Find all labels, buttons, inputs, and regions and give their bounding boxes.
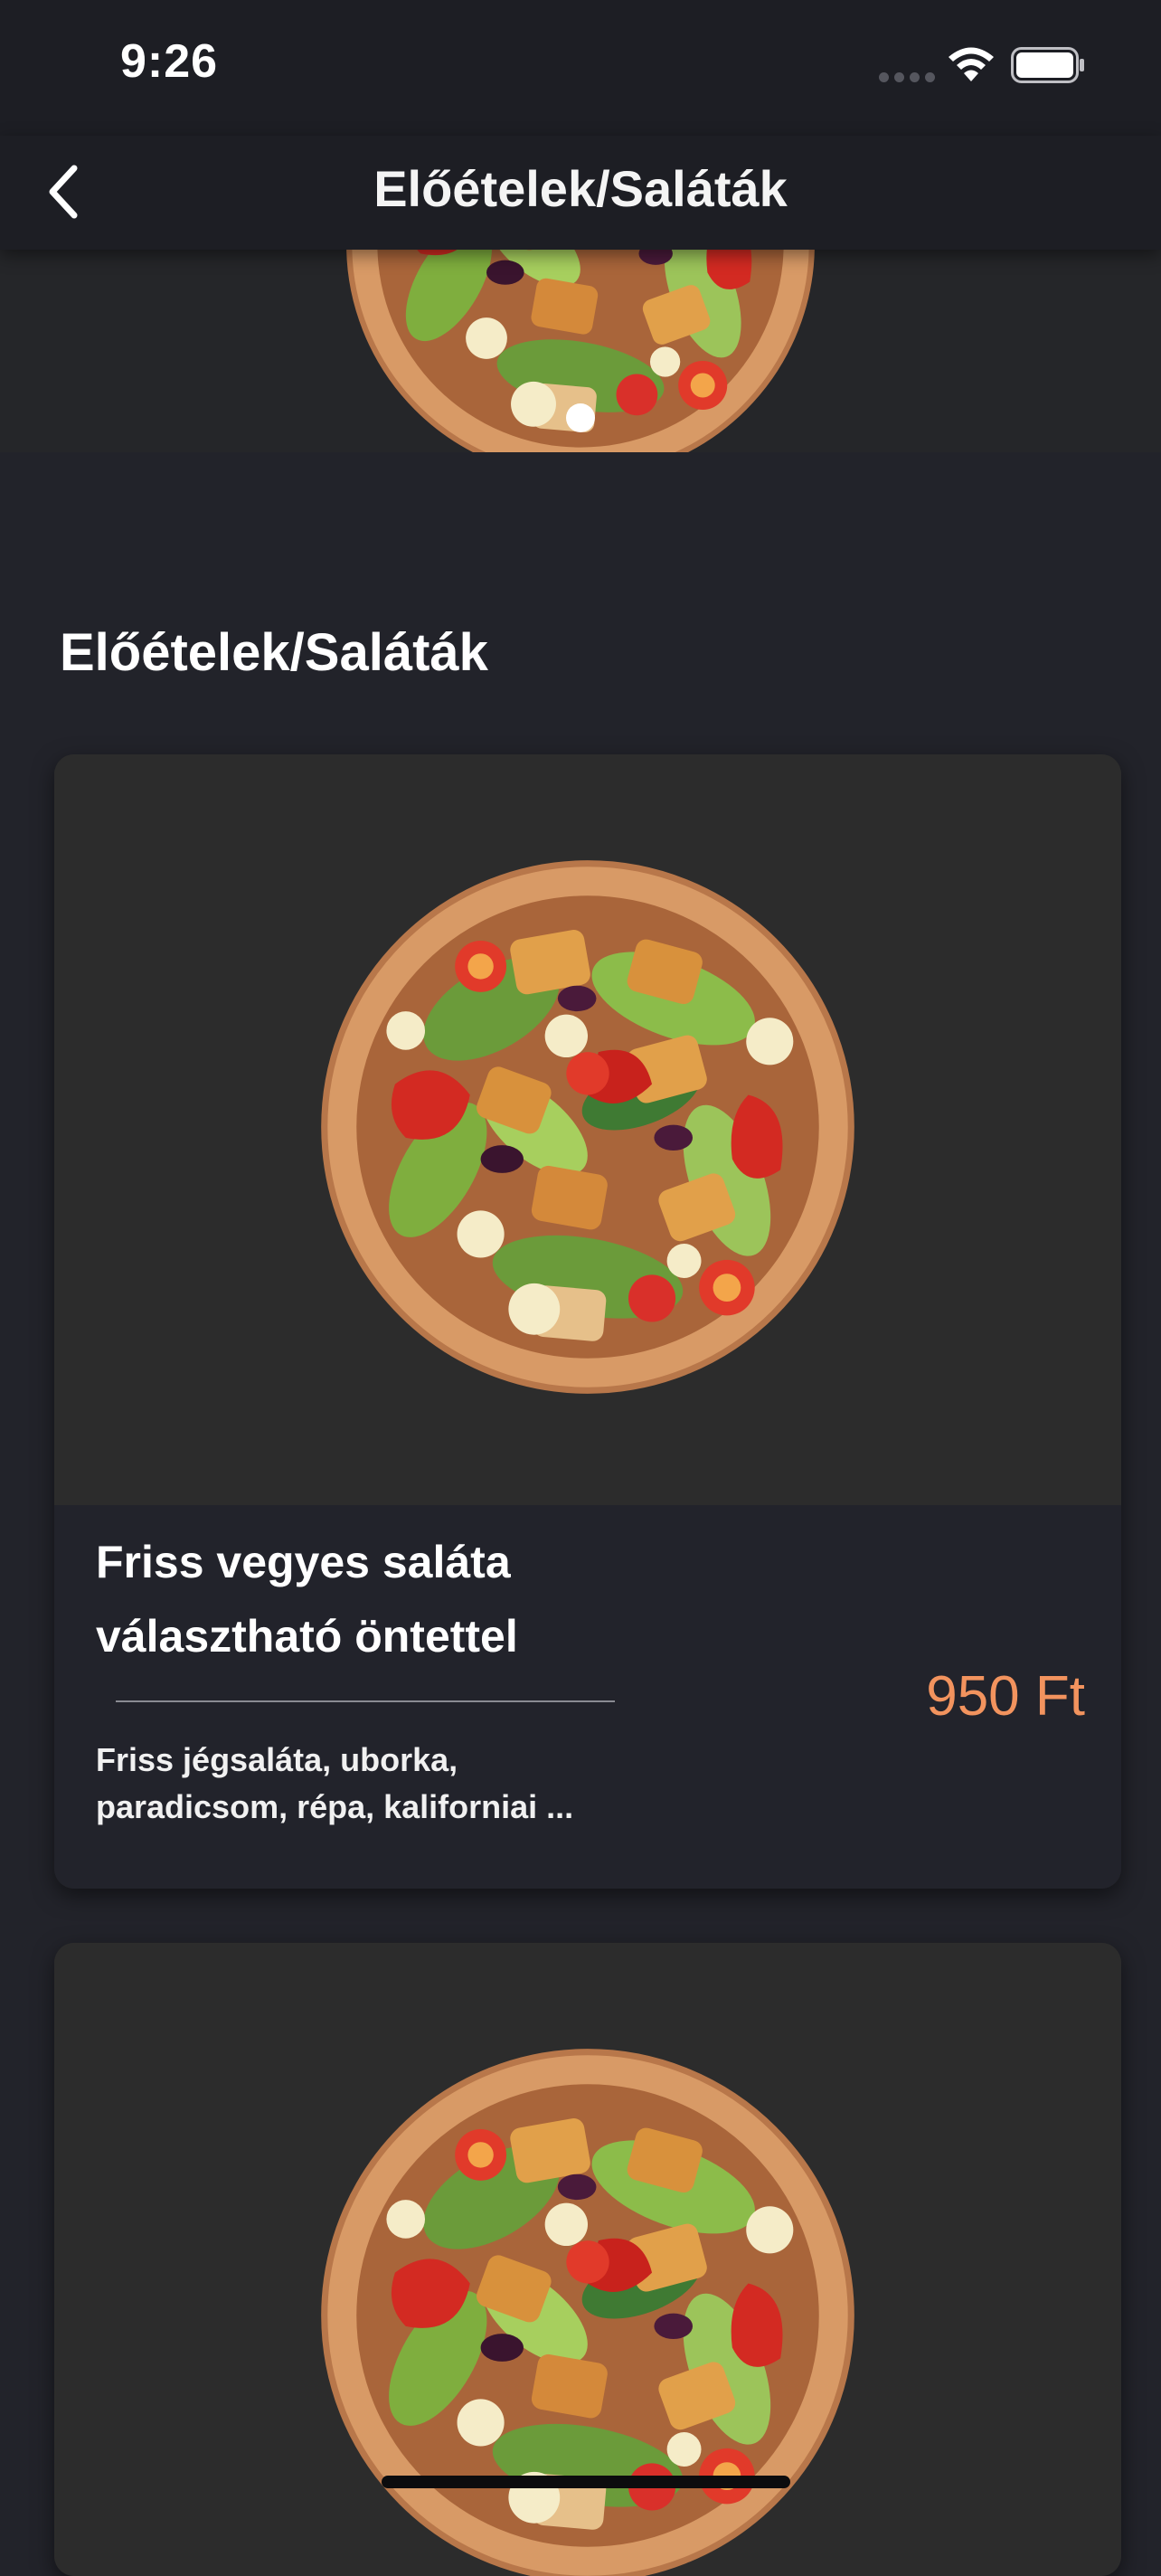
navigation-bar: Előételek/Saláták [0, 136, 1161, 250]
section-title: Előételek/Saláták [60, 623, 488, 682]
product-card[interactable]: Friss vegyes saláta választható öntettel… [54, 754, 1121, 1889]
image-carousel[interactable] [0, 250, 1161, 452]
nav-title: Előételek/Saláták [373, 160, 788, 217]
product-name: Friss vegyes saláta választható öntettel [96, 1525, 656, 1673]
status-time: 9:26 [120, 35, 219, 88]
product-name-line: választható öntettel [96, 1611, 518, 1662]
battery-icon [1011, 47, 1084, 83]
product-image [320, 859, 855, 1395]
product-divider [116, 1700, 615, 1702]
product-price: 950 Ft [926, 1665, 1085, 1728]
wifi-icon [949, 47, 994, 81]
product-description: Friss jégsaláta, uborka, paradicsom, rép… [96, 1737, 656, 1831]
product-name-line: Friss vegyes saláta [96, 1537, 511, 1587]
product-image [320, 2048, 855, 2576]
signal-icon [879, 72, 935, 82]
product-description-line: paradicsom, répa, kaliforniai ... [96, 1788, 574, 1825]
product-image-area [54, 754, 1121, 1505]
carousel-page-indicator [566, 403, 595, 432]
product-description-line: Friss jégsaláta, uborka, [96, 1741, 458, 1778]
status-bar: 9:26 [0, 0, 1161, 136]
home-indicator [382, 2476, 790, 2488]
